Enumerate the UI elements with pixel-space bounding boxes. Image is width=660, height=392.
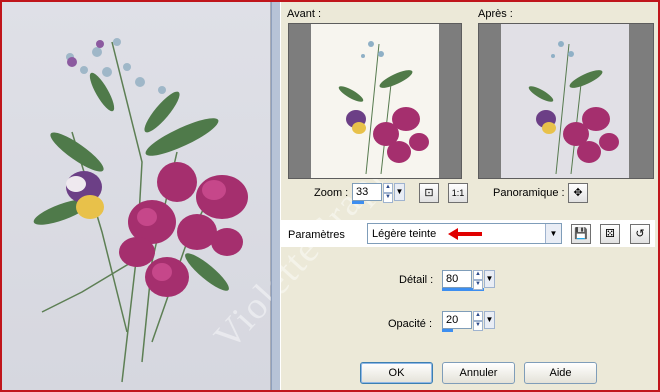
detail-input[interactable]: 80 [442,270,472,288]
cancel-button[interactable]: Annuler [442,362,515,384]
up-arrow-icon[interactable]: ▲ [473,311,483,321]
help-button[interactable]: Aide [524,362,597,384]
image-canvas: VioletteGraph [2,2,399,390]
after-preview-image [501,24,629,178]
opacite-arrows[interactable]: ▲ ▼ [473,311,483,331]
zoom-input[interactable]: 33 [352,183,382,201]
opacite-label: Opacité : [388,318,433,330]
opacite-input[interactable]: 20 [442,311,472,329]
down-arrow-icon[interactable]: ▼ [473,321,483,331]
chevron-down-icon[interactable]: ▼ [484,311,495,329]
parametres-label: Paramètres [288,229,345,241]
detail-spinner[interactable]: 80 ▲ ▼ ▼ [442,270,502,291]
detail-label: Détail : [399,274,434,286]
actual-size-button[interactable]: 1:1 [448,183,468,203]
panoramique-label: Panoramique : [493,187,565,199]
zoom-label: Zoom : [314,187,349,199]
zoom-level-bar [352,201,364,204]
opacite-level-bar [442,329,453,332]
apres-label: Après : [478,8,513,20]
reset-button[interactable]: ↺ [630,224,650,244]
preset-value: Légère teinte [372,228,437,240]
random-button[interactable]: ⚄ [600,224,620,244]
actual-size-label: 1:1 [451,188,465,198]
ok-button[interactable]: OK [360,362,433,384]
chevron-down-icon[interactable]: ▼ [484,270,495,288]
up-arrow-icon[interactable]: ▲ [473,270,483,280]
detail-arrows[interactable]: ▲ ▼ [473,270,483,290]
opacite-spinner[interactable]: 20 ▲ ▼ ▼ [442,311,502,332]
up-arrow-icon[interactable]: ▲ [383,183,393,193]
floppy-disk-icon: 💾 [574,228,588,240]
chevron-down-icon[interactable]: ▼ [394,183,405,201]
fit-to-window-icon: ⊡ [424,187,434,199]
panel-divider[interactable] [271,2,281,390]
dice-icon: ⚄ [605,228,615,240]
fit-to-window-button[interactable]: ⊡ [419,183,439,203]
avant-label: Avant : [287,8,322,20]
dialog-window: VioletteGraph Avant : Après : Zoom: 33 … [0,0,660,392]
down-arrow-icon[interactable]: ▼ [473,280,483,290]
preset-combobox[interactable]: Légère teinte ▼ [367,223,562,244]
reset-icon: ↺ [635,228,645,240]
down-arrow-icon[interactable]: ▼ [383,193,393,203]
pan-button[interactable]: ✥ [568,183,588,203]
move-icon: ✥ [573,187,583,199]
zoom-arrows[interactable]: ▲ ▼ [383,183,393,203]
before-preview-image [311,24,439,178]
zoom-spinner[interactable]: 33 ▲ ▼ ▼ [352,183,412,204]
after-preview[interactable] [478,23,654,179]
save-preset-button[interactable]: 💾 [571,224,591,244]
before-preview[interactable] [288,23,462,179]
red-arrow-icon [448,228,482,240]
chevron-down-icon[interactable]: ▼ [545,224,561,243]
